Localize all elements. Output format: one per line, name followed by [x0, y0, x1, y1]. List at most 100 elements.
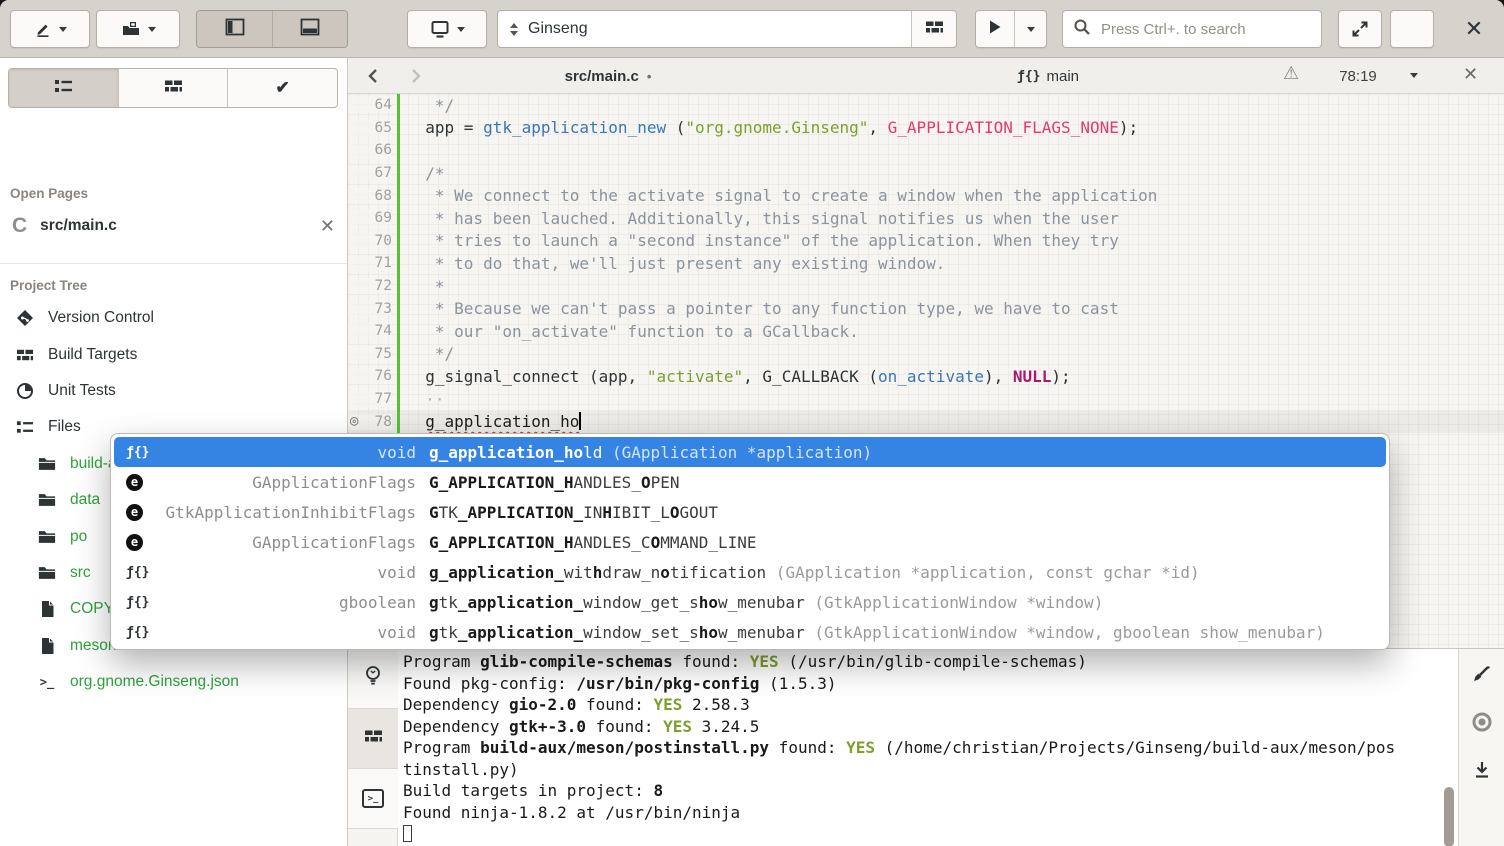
- code-text: g_signal_connect (app, "activate", G_CAL…: [400, 367, 1071, 386]
- completion-row[interactable]: ƒ{}gbooleangtk_application_window_get_sh…: [114, 587, 1386, 617]
- open-page-item[interactable]: C src/main.c ✕: [0, 208, 347, 244]
- tab-build-output[interactable]: [348, 709, 398, 769]
- window-close-button[interactable]: ✕: [1452, 10, 1496, 48]
- editor-mode-button[interactable]: [10, 10, 90, 48]
- builder-window: Ginseng ✕: [0, 0, 1504, 846]
- function-icon: ƒ{}: [126, 565, 152, 580]
- search-input[interactable]: [1099, 20, 1311, 39]
- expand-icon: [1351, 20, 1369, 38]
- install-button[interactable]: [1469, 759, 1495, 785]
- global-search[interactable]: [1062, 10, 1322, 48]
- line-number[interactable]: 68: [348, 188, 392, 204]
- toggle-bottom-panel-button[interactable]: [272, 11, 347, 47]
- sidebar-tab-group: ✔: [8, 68, 338, 108]
- line-number[interactable]: 74: [348, 323, 392, 339]
- tree-item-label: org.gnome.Ginseng.json: [70, 673, 239, 691]
- line-number[interactable]: 77: [348, 391, 392, 407]
- nav-back-button[interactable]: [360, 64, 384, 88]
- line-number[interactable]: 64: [348, 97, 392, 113]
- git-icon: [16, 309, 34, 327]
- clean-build-button[interactable]: [1469, 663, 1495, 689]
- line-number[interactable]: 66: [348, 142, 392, 158]
- completion-name: gtk_application_window_set_show_menubar …: [416, 623, 1325, 642]
- run-options-button[interactable]: [1014, 11, 1046, 47]
- tab-messages[interactable]: [348, 649, 398, 709]
- code-text: ··: [400, 390, 445, 409]
- chevron-down-icon: [59, 27, 67, 32]
- code-line-73: 73 * Because we can't pass a pointer to …: [348, 297, 1504, 320]
- completion-row[interactable]: ƒ{}voidg_application_hold (GApplication …: [114, 437, 1386, 467]
- line-number[interactable]: 67: [348, 165, 392, 181]
- folder-icon: [38, 565, 56, 581]
- pages-list-icon: [54, 78, 73, 99]
- build-button[interactable]: [911, 11, 956, 47]
- completion-row[interactable]: eGApplicationFlagsG_APPLICATION_HANDLES_…: [114, 527, 1386, 557]
- completion-row[interactable]: eGApplicationFlagsG_APPLICATION_HANDLES_…: [114, 467, 1386, 497]
- code-text: * We connect to the activate signal to c…: [400, 186, 1157, 205]
- device-selector-button[interactable]: [407, 10, 487, 48]
- open-pages-label: Open Pages: [10, 186, 88, 201]
- tree-item-label: Files: [48, 418, 81, 436]
- diagnostic-circle-icon: ◎: [350, 413, 358, 429]
- file-icon: [38, 600, 56, 618]
- line-number[interactable]: 72: [348, 278, 392, 294]
- panel-bottom-icon: [300, 18, 320, 41]
- function-icon: ƒ{}: [126, 595, 152, 610]
- tree-item-unit-tests[interactable]: Unit Tests: [0, 373, 347, 409]
- tab-pages[interactable]: [9, 69, 118, 107]
- code-line-64: 64 */: [348, 94, 1504, 117]
- build-icon: [16, 347, 34, 363]
- tab-terminal[interactable]: >_: [348, 769, 398, 829]
- line-number[interactable]: 76: [348, 368, 392, 384]
- completion-row[interactable]: ƒ{}voidgtk_application_window_set_show_m…: [114, 617, 1386, 647]
- omnibar[interactable]: Ginseng: [497, 10, 957, 48]
- log-line: Dependency gtk+-3.0 found: YES 3.24.5: [403, 716, 1443, 738]
- run-button[interactable]: [976, 11, 1014, 47]
- nav-forward-button[interactable]: [404, 64, 428, 88]
- line-number[interactable]: 73: [348, 301, 392, 317]
- terminal-cursor: [403, 825, 412, 842]
- tree-item-build-targets[interactable]: Build Targets: [0, 336, 347, 372]
- code-text: */: [400, 96, 454, 115]
- tab-build[interactable]: [118, 69, 228, 107]
- line-number[interactable]: 70: [348, 233, 392, 249]
- git-added-bar: [397, 139, 400, 162]
- script-icon: >_: [38, 675, 56, 689]
- toggle-left-panel-button[interactable]: [197, 11, 272, 47]
- completion-name: g_application_hold (GApplication *applic…: [416, 443, 872, 462]
- editor-header: src/main.c • ƒ{} main ⚠ 78:19 ✕: [348, 58, 1504, 94]
- panel-toggle-group: [196, 10, 348, 48]
- scrollbar-thumb[interactable]: [1444, 787, 1454, 846]
- fullscreen-button[interactable]: [1338, 10, 1382, 48]
- chevron-down-icon: [1027, 27, 1035, 32]
- code-line-70: 70 * tries to launch a "second instance"…: [348, 230, 1504, 253]
- record-target-button[interactable]: [1469, 711, 1495, 737]
- tree-item-version-control[interactable]: Version Control: [0, 300, 347, 336]
- line-number[interactable]: 71: [348, 255, 392, 271]
- display-icon: [430, 20, 450, 39]
- completion-row[interactable]: ƒ{}voidg_application_withdraw_notificati…: [114, 557, 1386, 587]
- build-log[interactable]: Program glib-compile-schemas found: YES …: [403, 651, 1443, 845]
- tab-todo[interactable]: ✔: [227, 69, 337, 107]
- open-document-button[interactable]: [96, 10, 180, 48]
- run-button-group: [975, 10, 1047, 48]
- editor-close-button[interactable]: ✕: [1463, 64, 1478, 85]
- text-cursor: [579, 412, 581, 430]
- line-number[interactable]: 65: [348, 120, 392, 136]
- line-number[interactable]: 69: [348, 210, 392, 226]
- return-type: void: [152, 623, 416, 642]
- code-text: * has been lauched. Additionally, this s…: [400, 209, 1119, 228]
- close-icon[interactable]: ✕: [320, 216, 335, 237]
- line-number[interactable]: 75: [348, 346, 392, 362]
- warning-icon: ⚠: [1283, 63, 1299, 84]
- tree-item-org-gnome-ginseng-json[interactable]: >_ org.gnome.Ginseng.json: [0, 664, 347, 700]
- current-symbol[interactable]: ƒ{} main: [968, 58, 1128, 94]
- completion-row[interactable]: eGtkApplicationInhibitFlagsGTK_APPLICATI…: [114, 497, 1386, 527]
- omnibar-main: Ginseng: [498, 20, 911, 38]
- play-icon: [988, 19, 1002, 40]
- panel-tab-strip: >_: [348, 649, 398, 846]
- open-page-name: src/main.c: [40, 217, 307, 235]
- chevron-down-icon[interactable]: [1410, 73, 1418, 78]
- modified-indicator: •: [647, 69, 652, 84]
- menu-button[interactable]: [1390, 10, 1434, 48]
